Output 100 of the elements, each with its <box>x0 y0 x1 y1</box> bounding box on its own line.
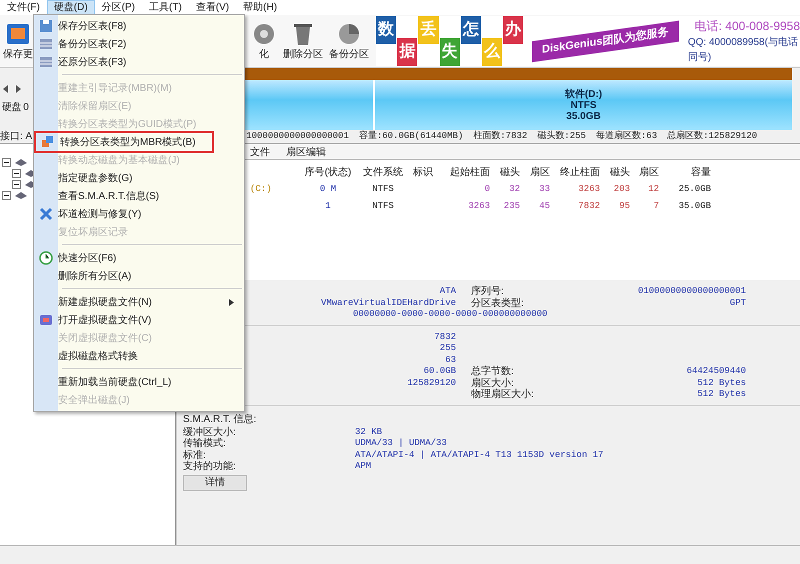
smart-label: 支持的功能: <box>183 461 237 472</box>
banner-tile: 办 <box>503 16 524 44</box>
banner-tile: 失 <box>440 38 460 66</box>
banner-slogan: DiskGenius团队为您服务 <box>532 20 679 62</box>
detail-value: 512 Bytes <box>696 389 746 400</box>
partition-label: 软件(D:) <box>564 88 602 100</box>
detail-label: 总字节数: <box>471 366 515 378</box>
partition-fs: NTFS <box>570 100 597 110</box>
squares-icon <box>41 135 55 149</box>
save-button[interactable]: 保存更 <box>0 20 36 62</box>
menu-item[interactable]: 打开虚拟硬盘文件(V) <box>34 311 242 329</box>
detail-label: 扇区大小: <box>471 378 515 388</box>
table-cell-text: 7 <box>652 200 660 213</box>
menu-item[interactable]: 文件(F) <box>0 0 47 16</box>
table-cell-text: 95 <box>618 200 631 213</box>
table-cell-text: 33 <box>538 182 551 196</box>
table-cell-text: 35.0GB <box>678 200 712 213</box>
table-cell-text: 203 <box>612 182 631 196</box>
expander-icon[interactable] <box>12 180 21 189</box>
detail-value: 63 <box>444 354 456 366</box>
table-cell-text: NTFS <box>371 182 395 196</box>
table-cell-text: 25.0GB <box>678 182 712 196</box>
smart-value: 32 KB <box>355 426 384 438</box>
detail-label: 分区表类型: <box>471 298 525 309</box>
menu-item[interactable]: 新建虚拟硬盘文件(N) <box>34 293 242 311</box>
detail-value: 01000000000000000001 <box>636 286 746 298</box>
banner-phone: 电话: 400-008-9958 <box>694 18 800 35</box>
table-cell-text: 3263 <box>577 182 601 196</box>
menu-item[interactable]: 快速分区(F6) <box>34 249 242 267</box>
tab[interactable]: 文件 <box>246 146 274 159</box>
smart-label: 传输模式: <box>183 438 227 450</box>
table-cell-text: 0 M <box>318 182 338 196</box>
tab[interactable]: 扇区编辑 <box>282 146 330 159</box>
menu-item[interactable]: 备份分区表(F2) <box>34 35 242 53</box>
detail-label: 物理扇区大小: <box>471 389 535 400</box>
banner-tile: 怎 <box>460 16 481 44</box>
table-cell-text: 32 <box>508 182 521 196</box>
detail-value: 64424509440 <box>686 366 746 378</box>
menu-item[interactable]: 分区(P) <box>94 0 142 16</box>
menu-item[interactable]: 指定硬盘参数(G) <box>34 169 242 187</box>
menu-item[interactable]: 查看S.M.A.R.T.信息(S) <box>34 187 242 205</box>
column-header[interactable]: 起始柱面 <box>439 165 492 180</box>
disk-info-text: 1000000000000000001 <box>246 130 349 143</box>
nav-arrows-icon[interactable] <box>2 84 22 94</box>
smart-value: UDMA/33 | UDMA/33 <box>355 438 448 450</box>
banner-tile: 据 <box>397 38 418 66</box>
menu-item[interactable]: 转换分区表类型为MBR模式(B) <box>36 133 212 151</box>
menu-item[interactable]: 帮助(H) <box>236 0 284 16</box>
detail-label: 序列号: <box>471 286 505 298</box>
expander-icon[interactable] <box>2 191 11 200</box>
detail-value: GPT <box>728 298 746 309</box>
banner-tile: 么 <box>482 38 502 66</box>
table-cell-text: 3263 <box>467 200 491 213</box>
toolbar-button[interactable]: 备份分区 <box>326 20 372 62</box>
toolbar-button[interactable]: 删除分区 <box>280 20 326 62</box>
table-cell-text: NTFS <box>371 200 395 213</box>
column-header[interactable]: 扇区 <box>522 165 552 180</box>
disk-info-text: 总扇区数:125829120 <box>667 130 758 143</box>
menu-item[interactable]: 重新加载当前硬盘(Ctrl_L) <box>34 373 242 391</box>
table-cell-text: 12 <box>647 182 660 196</box>
table-cell-text: 7832 <box>577 200 601 213</box>
menu-item[interactable]: 保存分区表(F8) <box>34 17 242 35</box>
column-header[interactable]: 终止柱面 <box>552 165 602 180</box>
expander-icon[interactable] <box>12 169 21 178</box>
detail-value: 125829120 <box>406 378 456 389</box>
floppy-icon <box>39 19 53 33</box>
disk-info-text: 柱面数:7832 <box>473 130 528 143</box>
smart-label: 缓冲区大小: <box>183 426 237 438</box>
table-cell-text: 1 <box>324 200 332 213</box>
detail-value: 00000000-0000-0000-0000-000000000000 <box>352 309 548 320</box>
smart-value: APM <box>355 461 372 472</box>
column-header[interactable]: 容量 <box>661 165 713 180</box>
menu-item[interactable]: 查看(V) <box>188 0 236 16</box>
menu-item[interactable]: 虚拟磁盘格式转换 <box>34 347 242 365</box>
banner-tile: 数 <box>376 16 396 44</box>
detail-value: 255 <box>438 343 456 354</box>
menu-item[interactable]: 删除所有分区(A) <box>34 267 242 285</box>
disk-file-icon <box>39 313 53 327</box>
table-icon <box>39 37 53 51</box>
column-header[interactable]: 扇区 <box>632 165 661 180</box>
table-cell-text: 235 <box>502 200 521 213</box>
toolbar-button[interactable]: 化 <box>248 20 280 62</box>
menu-item[interactable]: 工具(T) <box>142 0 189 16</box>
disk-info-text: 容量:60.0GB(61440MB) <box>358 130 464 143</box>
interface-label: 接口: A <box>0 130 32 144</box>
column-header[interactable]: 序号(状态) <box>299 165 359 180</box>
column-header[interactable]: 文件系统 <box>359 165 409 180</box>
detail-value: 60.0GB <box>422 366 456 378</box>
menu-item[interactable]: 坏道检测与修复(Y) <box>34 205 242 223</box>
expander-icon[interactable] <box>2 158 11 167</box>
detail-value: 7832 <box>433 332 456 343</box>
partition-size: 35.0GB <box>566 110 601 122</box>
detail-value: VMwareVirtualIDEHardDrive <box>320 298 456 309</box>
details-button[interactable]: 详情 <box>183 474 247 490</box>
detail-value: 512 Bytes <box>696 378 746 389</box>
column-header[interactable]: 磁头 <box>602 165 632 180</box>
menu-item[interactable]: 还原分区表(F3) <box>34 53 242 71</box>
column-header[interactable]: 磁头 <box>492 165 522 180</box>
column-header[interactable]: 标识 <box>409 165 439 180</box>
detail-value: ATA <box>438 286 456 298</box>
